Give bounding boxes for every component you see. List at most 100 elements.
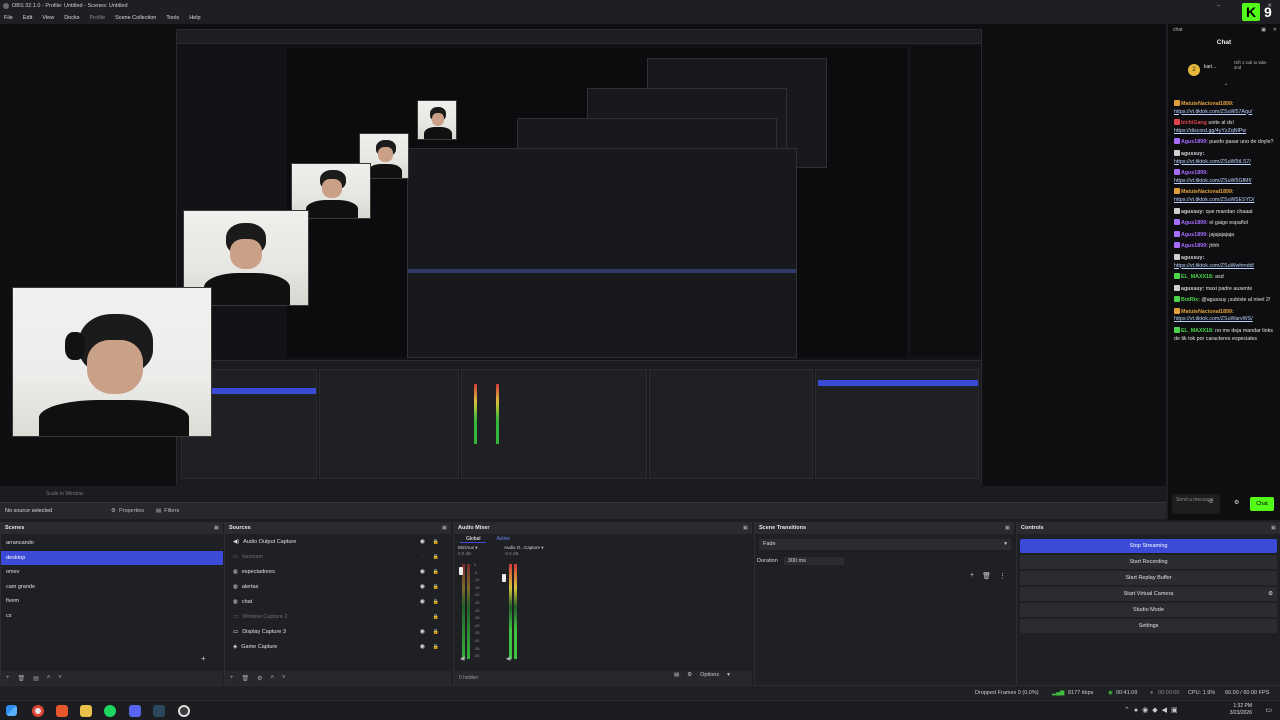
gear-icon[interactable]: ⚙ (1234, 499, 1239, 506)
windows-start-icon[interactable] (6, 705, 17, 716)
settings-button[interactable]: Settings (1020, 619, 1277, 633)
source-item[interactable]: ◈ Game Capture ◉ 🔒 (225, 640, 451, 655)
dock-undock-icon[interactable]: ▣ (743, 522, 748, 534)
source-item[interactable]: ◍ espectadores ◉ 🔒 (225, 565, 451, 580)
menu-profile[interactable]: Profile (89, 12, 105, 24)
remove-transition-icon[interactable]: 🗑 (982, 572, 991, 580)
pinned-gift[interactable]: 2 kari... Gift 1 sub to take 2nd ⌄ (1174, 56, 1274, 90)
mute-icon[interactable]: ◀) (460, 656, 466, 662)
chat-username[interactable]: MatuteNacional1899: (1181, 101, 1234, 107)
source-item[interactable]: ◍ alertas ◉ 🔒 (225, 580, 451, 595)
chat-username[interactable]: Agus1899: (1181, 139, 1208, 145)
chat-link[interactable]: https://vt.tiktok.com/ZSuWarvWS/ (1174, 316, 1276, 324)
chrome-icon[interactable] (32, 705, 44, 717)
start-recording-button[interactable]: Start Recording (1020, 555, 1277, 569)
scene-item[interactable]: omev (1, 565, 223, 580)
remove-scene-icon[interactable]: 🗑 (18, 675, 26, 682)
properties-button[interactable]: ⚙ Properties (105, 508, 150, 514)
remove-source-icon[interactable]: 🗑 (242, 675, 250, 682)
chat-username[interactable]: Agus1899: (1181, 232, 1208, 238)
zoom-label[interactable]: Scale to Window (46, 491, 83, 497)
chevron-down-icon[interactable]: ▾ (541, 545, 543, 550)
notification-icon[interactable]: ▭ (1265, 706, 1272, 714)
mixer-settings-icon[interactable]: ⚙ (687, 672, 692, 678)
eye-off-icon[interactable]: ◌ (421, 610, 425, 625)
source-item[interactable]: ▭ facecam ◌ 🔒 (225, 550, 451, 565)
add-transition-icon[interactable]: + (970, 572, 974, 580)
add-source-icon[interactable]: + (230, 675, 234, 681)
chat-username[interactable]: MatuteNacional1899: (1181, 189, 1234, 195)
scene-item[interactable]: fivem (1, 594, 223, 609)
mixer-layout-icon[interactable]: ▤ (674, 672, 679, 678)
emoji-icon[interactable]: ☺ (1208, 499, 1214, 505)
add-scene-icon[interactable]: + (6, 675, 10, 681)
dock-undock-icon[interactable]: ▣ (1005, 522, 1010, 534)
file-explorer-icon[interactable] (80, 705, 92, 717)
chat-username[interactable]: agussuy: (1181, 255, 1204, 261)
lock-icon[interactable]: 🔒 (433, 610, 439, 625)
move-up-icon[interactable]: ˄ (47, 675, 51, 681)
chat-link[interactable]: https://vt.tiktok.com/ZSuW5tLS7/ (1174, 159, 1276, 167)
chat-username[interactable]: Agus1899: (1181, 220, 1208, 226)
volume-slider[interactable] (502, 574, 506, 582)
chat-username[interactable]: EL_MAXX18: (1181, 328, 1214, 334)
more-options-icon[interactable]: ⋮ (999, 572, 1006, 580)
chat-link[interactable]: https://vt.tiktok.com/ZSuWwhmdd/ (1174, 263, 1276, 271)
chat-link[interactable]: https://discord.gg/4yYzZqNlPw (1174, 128, 1276, 136)
dock-undock-icon[interactable]: ▣ (214, 522, 219, 534)
lock-icon[interactable]: 🔒 (433, 625, 439, 640)
source-item[interactable]: ◀) Audio Output Capture ◉ 🔒 (225, 535, 451, 550)
source-item[interactable]: ▭ Window Capture 2 ◌ 🔒 (225, 610, 451, 625)
brave-icon[interactable] (56, 705, 68, 717)
source-item[interactable]: ◍ chat ◉ 🔒 (225, 595, 451, 610)
chat-username[interactable]: Agus1899: (1181, 170, 1208, 176)
lock-icon[interactable]: 🔒 (433, 640, 439, 655)
duration-input[interactable]: 300 ms (783, 557, 844, 565)
spotify-icon[interactable] (104, 705, 116, 717)
move-down-icon[interactable]: ˅ (58, 675, 62, 681)
chat-username[interactable]: agussuy: (1181, 209, 1204, 215)
scene-item[interactable]: cam grande (1, 580, 223, 595)
eye-off-icon[interactable]: ◌ (421, 550, 425, 565)
eye-icon[interactable]: ◉ (420, 595, 425, 610)
chat-username[interactable]: bichiGang (1181, 120, 1207, 126)
move-up-icon[interactable]: ˄ (271, 675, 275, 681)
lock-icon[interactable]: 🔒 (433, 595, 439, 610)
chevron-down-icon[interactable]: ⌄ (1224, 81, 1228, 87)
studio-mode-button[interactable]: Studio Mode (1020, 603, 1277, 617)
lock-icon[interactable]: 🔒 (433, 550, 439, 565)
obs-icon[interactable] (178, 705, 190, 717)
tab-global[interactable]: Global (460, 536, 487, 543)
volume-slider[interactable] (459, 567, 463, 575)
source-settings-icon[interactable]: ⚙ (257, 675, 262, 682)
mute-icon[interactable]: ◀) (506, 656, 512, 662)
menu-scene-collection[interactable]: Scene Collection (115, 12, 156, 24)
start-replay-buffer-button[interactable]: Start Replay Buffer (1020, 571, 1277, 585)
gear-icon[interactable]: ⚙ (1268, 587, 1273, 601)
menu-view[interactable]: View (42, 12, 54, 24)
stop-streaming-button[interactable]: Stop Streaming (1020, 539, 1277, 553)
menu-help[interactable]: Help (189, 12, 200, 24)
source-item[interactable]: ▭ Display Capture 3 ◉ 🔒 (225, 625, 451, 640)
eye-icon[interactable]: ◉ (420, 625, 425, 640)
chat-link[interactable]: https://vt.tiktok.com/ZSuW57Aqu/ (1174, 109, 1276, 117)
steam-icon[interactable] (153, 705, 165, 717)
chat-username[interactable]: MatuteNacional1899: (1181, 309, 1234, 315)
chat-username[interactable]: Agus1899: (1181, 243, 1208, 249)
tab-active[interactable]: Active (496, 536, 510, 543)
chat-send-button[interactable]: Chat (1250, 497, 1274, 511)
chat-link[interactable]: https://vt.tiktok.com/ZSuW5ESYD/ (1174, 197, 1276, 205)
eye-icon[interactable]: ◉ (420, 580, 425, 595)
minimize-button[interactable]: – (1217, 0, 1220, 12)
move-down-icon[interactable]: ˅ (282, 675, 286, 681)
menu-docks[interactable]: Docks (64, 12, 79, 24)
close-icon[interactable]: ✕ (1273, 24, 1277, 36)
eye-icon[interactable]: ◉ (420, 640, 425, 655)
scene-filters-icon[interactable]: ▤ (33, 675, 39, 682)
menu-tools[interactable]: Tools (166, 12, 179, 24)
chat-username[interactable]: agussuy: (1181, 151, 1204, 157)
dock-undock-icon[interactable]: ▣ (442, 522, 447, 534)
chevron-down-icon[interactable]: ▾ (475, 545, 477, 550)
system-tray-icons[interactable]: ⌃●◉◆◀▣ (1124, 706, 1182, 714)
filters-button[interactable]: ▤ Filters (150, 508, 185, 514)
